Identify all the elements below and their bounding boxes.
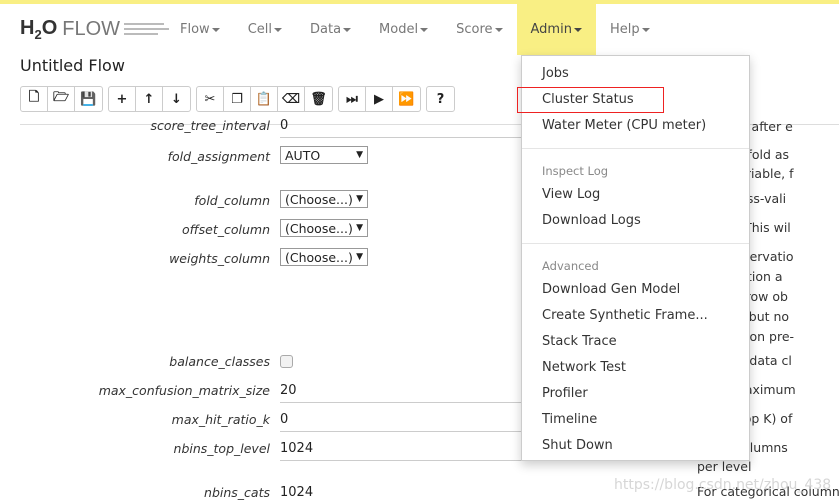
toolbar-group: + ↑ ↓: [108, 86, 191, 112]
fold-column-select[interactable]: (Choose...) ▼: [280, 190, 368, 208]
copy-icon: ❐: [231, 91, 243, 107]
nav-score[interactable]: Score: [442, 4, 516, 55]
menu-divider: [522, 243, 749, 244]
open-folder-icon: 🗁: [52, 90, 70, 105]
caret-down-icon: [274, 27, 282, 32]
menu-item-download-logs[interactable]: Download Logs: [522, 208, 749, 234]
play-icon: ▶: [374, 91, 384, 107]
menu-item-network-test[interactable]: Network Test: [522, 355, 749, 381]
toolbar-group: ✂ ❐ 📋 ⌫ 🗑: [196, 86, 333, 112]
step-forward-icon: ⏭: [346, 91, 358, 107]
menu-item-water-meter-cpu-meter[interactable]: Water Meter (CPU meter): [522, 113, 749, 139]
dropdown-arrow-icon: ▼: [356, 252, 363, 262]
scissors-button[interactable]: ✂: [197, 87, 224, 111]
copy-button[interactable]: ❐: [224, 87, 251, 111]
admin-dropdown-menu: Jobs Cluster Status Water Meter (CPU meter…: [521, 55, 750, 461]
menu-item-view-log[interactable]: View Log: [522, 182, 749, 208]
new-file-button[interactable]: 🗋: [21, 87, 48, 111]
dropdown-arrow-icon: ▼: [356, 194, 363, 204]
fast-forward-button[interactable]: ⏩: [393, 87, 420, 111]
clipboard-icon: 📋: [255, 91, 273, 107]
dropdown-arrow-icon: ▼: [356, 223, 363, 233]
nav-data[interactable]: Data: [296, 4, 365, 55]
play-button[interactable]: ▶: [366, 87, 393, 111]
menu-header-advanced: Advanced: [542, 259, 599, 273]
menu-item-profiler[interactable]: Profiler: [522, 381, 749, 407]
toolbar: 🗋 🗁 💾 + ↑ ↓ ✂ ❐ 📋 ⌫ 🗑 ⏭ ▶ ⏩?: [20, 86, 455, 112]
nav-help[interactable]: Help: [596, 4, 664, 55]
fast-forward-icon: ⏩: [398, 91, 415, 107]
menu-item-timeline[interactable]: Timeline: [522, 407, 749, 433]
arrow-down-icon: ↓: [171, 91, 182, 107]
menu-divider: [522, 148, 749, 149]
plus-icon: +: [116, 91, 128, 107]
page-title: Untitled Flow: [20, 56, 125, 75]
caret-down-icon: [573, 27, 582, 32]
scissors-icon: ✂: [204, 91, 216, 107]
toolbar-group: ?: [426, 86, 455, 112]
menu-item-jobs[interactable]: Jobs: [522, 61, 749, 87]
h2o-flow-logo: H2O FLOW: [20, 16, 170, 42]
nav-cell[interactable]: Cell: [234, 4, 296, 55]
open-folder-button[interactable]: 🗁: [48, 87, 75, 111]
plus-button[interactable]: +: [109, 87, 136, 111]
step-forward-button[interactable]: ⏭: [339, 87, 366, 111]
new-file-icon: 🗋: [28, 90, 40, 105]
caret-down-icon: [420, 27, 429, 32]
toolbar-group: ⏭ ▶ ⏩: [338, 86, 421, 112]
offset-column-select[interactable]: (Choose...) ▼: [280, 219, 368, 237]
toolbar-group: 🗋 🗁 💾: [20, 86, 103, 112]
balance-classes-checkbox[interactable]: [280, 355, 293, 368]
nav-admin[interactable]: Admin: [516, 4, 596, 55]
caret-down-icon: [494, 27, 503, 32]
menu-item-create-synthetic-frame[interactable]: Create Synthetic Frame...: [522, 303, 749, 329]
clipboard-button[interactable]: 📋: [251, 87, 278, 111]
dropdown-arrow-icon: ▼: [356, 150, 363, 160]
save-button[interactable]: 💾: [75, 87, 102, 111]
trash-icon: 🗑: [310, 91, 327, 107]
menu-item-download-gen-model[interactable]: Download Gen Model: [522, 277, 749, 303]
main-nav: Flow Cell Data Model Score Admin Help: [166, 4, 664, 55]
help-icon: ?: [436, 91, 445, 107]
arrow-up-icon: ↑: [143, 91, 155, 107]
nav-model[interactable]: Model: [365, 4, 442, 55]
highlight-box: [517, 87, 664, 113]
form-row-nbins-cats: nbins_cats 1024: [0, 482, 700, 504]
weights-column-select[interactable]: (Choose...) ▼: [280, 248, 368, 266]
caret-down-icon: [641, 27, 650, 32]
parameter-description: per level: [697, 459, 752, 474]
save-icon: 💾: [80, 91, 97, 107]
caret-down-icon: [343, 27, 352, 32]
arrow-up-button[interactable]: ↑: [136, 87, 163, 111]
menu-item-stack-trace[interactable]: Stack Trace: [522, 329, 749, 355]
watermark: https://blog.csdn.net/zhou_438: [614, 477, 832, 493]
arrow-down-button[interactable]: ↓: [163, 87, 190, 111]
help-button[interactable]: ?: [427, 87, 454, 111]
trash-button[interactable]: 🗑: [305, 87, 332, 111]
eraser-button[interactable]: ⌫: [278, 87, 305, 111]
fold-assignment-select[interactable]: AUTO ▼: [280, 146, 368, 164]
menu-header-inspect-log: Inspect Log: [542, 164, 609, 178]
menu-item-shut-down[interactable]: Shut Down: [522, 433, 749, 459]
nav-flow[interactable]: Flow: [166, 4, 234, 55]
caret-down-icon: [211, 27, 220, 32]
eraser-icon: ⌫: [281, 91, 301, 107]
